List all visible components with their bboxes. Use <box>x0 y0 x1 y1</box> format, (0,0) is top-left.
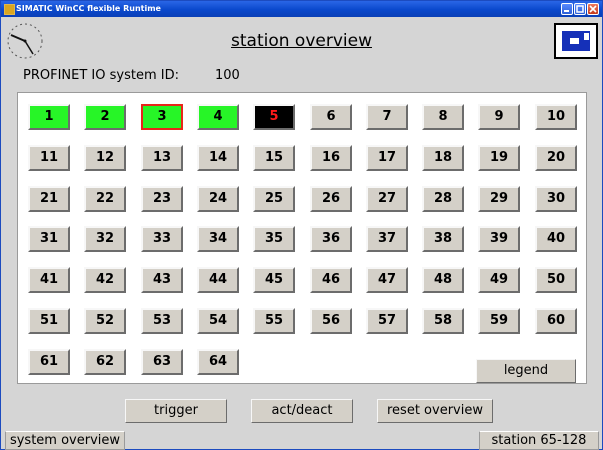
station-button-46[interactable]: 46 <box>310 267 352 293</box>
tab-system-overview[interactable]: system overview <box>5 431 125 450</box>
station-button-15[interactable]: 15 <box>253 145 295 171</box>
station-button-56[interactable]: 56 <box>310 308 352 334</box>
station-button-37[interactable]: 37 <box>366 226 408 252</box>
station-button-23[interactable]: 23 <box>141 186 183 212</box>
title-bar: SIMATIC WinCC flexible Runtime <box>1 1 602 17</box>
station-button-19[interactable]: 19 <box>478 145 520 171</box>
station-button-18[interactable]: 18 <box>422 145 464 171</box>
station-button-22[interactable]: 22 <box>84 186 126 212</box>
station-button-25[interactable]: 25 <box>253 186 295 212</box>
station-button-53[interactable]: 53 <box>141 308 183 334</box>
station-button-7[interactable]: 7 <box>366 104 408 130</box>
tab-station-65-128[interactable]: station 65-128 <box>479 431 599 450</box>
station-button-52[interactable]: 52 <box>84 308 126 334</box>
station-button-14[interactable]: 14 <box>197 145 239 171</box>
station-button-29[interactable]: 29 <box>478 186 520 212</box>
station-button-55[interactable]: 55 <box>253 308 295 334</box>
station-button-5[interactable]: 5 <box>253 104 295 130</box>
station-button-26[interactable]: 26 <box>310 186 352 212</box>
station-grid: 64 63 62 61 60 59 58 57 56 55 54 53 52 51 50 49 48 47 46 45… <box>17 92 587 384</box>
act-deact-button[interactable]: act/deact <box>251 399 353 423</box>
station-button-59[interactable]: 59 <box>478 308 520 334</box>
station-button-47[interactable]: 47 <box>366 267 408 293</box>
station-button-24[interactable]: 24 <box>197 186 239 212</box>
station-button-16[interactable]: 16 <box>310 145 352 171</box>
reset-overview-button[interactable]: reset overview <box>377 399 493 423</box>
station-button-3[interactable]: 3 <box>141 104 183 130</box>
app-window: SIMATIC WinCC flexible Runtime station o… <box>0 0 603 450</box>
station-button-31[interactable]: 31 <box>28 226 70 252</box>
station-button-1[interactable]: 1 <box>28 104 70 130</box>
station-button-62[interactable]: 62 <box>84 349 126 375</box>
station-button-40[interactable]: 40 <box>535 226 577 252</box>
station-button-35[interactable]: 35 <box>253 226 295 252</box>
station-button-9[interactable]: 9 <box>478 104 520 130</box>
legend-button[interactable]: legend <box>476 359 576 383</box>
station-button-11[interactable]: 11 <box>28 145 70 171</box>
station-button-8[interactable]: 8 <box>422 104 464 130</box>
station-button-57[interactable]: 57 <box>366 308 408 334</box>
station-button-4[interactable]: 4 <box>197 104 239 130</box>
station-button-12[interactable]: 12 <box>84 145 126 171</box>
station-button-51[interactable]: 51 <box>28 308 70 334</box>
station-button-6[interactable]: 6 <box>310 104 352 130</box>
station-button-21[interactable]: 21 <box>28 186 70 212</box>
station-button-61[interactable]: 61 <box>28 349 70 375</box>
station-button-13[interactable]: 13 <box>141 145 183 171</box>
page-title: station overview <box>231 31 372 51</box>
maximize-icon[interactable] <box>574 3 586 15</box>
flag-icon[interactable] <box>554 23 598 59</box>
station-button-64[interactable]: 64 <box>197 349 239 375</box>
station-button-49[interactable]: 49 <box>478 267 520 293</box>
station-button-42[interactable]: 42 <box>84 267 126 293</box>
station-button-41[interactable]: 41 <box>28 267 70 293</box>
profinet-id-label: PROFINET IO system ID: <box>23 68 179 83</box>
station-button-63[interactable]: 63 <box>141 349 183 375</box>
station-button-27[interactable]: 27 <box>366 186 408 212</box>
station-button-36[interactable]: 36 <box>310 226 352 252</box>
station-button-60[interactable]: 60 <box>535 308 577 334</box>
station-button-44[interactable]: 44 <box>197 267 239 293</box>
station-button-39[interactable]: 39 <box>478 226 520 252</box>
station-button-30[interactable]: 30 <box>535 186 577 212</box>
station-button-28[interactable]: 28 <box>422 186 464 212</box>
station-button-10[interactable]: 10 <box>535 104 577 130</box>
window-title: SIMATIC WinCC flexible Runtime <box>16 4 161 13</box>
station-button-33[interactable]: 33 <box>141 226 183 252</box>
station-button-2[interactable]: 2 <box>84 104 126 130</box>
station-button-32[interactable]: 32 <box>84 226 126 252</box>
close-icon[interactable] <box>587 3 599 15</box>
station-button-50[interactable]: 50 <box>535 267 577 293</box>
profinet-id-value: 100 <box>215 68 240 83</box>
station-button-54[interactable]: 54 <box>197 308 239 334</box>
station-button-45[interactable]: 45 <box>253 267 295 293</box>
station-button-43[interactable]: 43 <box>141 267 183 293</box>
station-button-58[interactable]: 58 <box>422 308 464 334</box>
station-button-34[interactable]: 34 <box>197 226 239 252</box>
app-icon <box>4 4 15 15</box>
station-button-38[interactable]: 38 <box>422 226 464 252</box>
trigger-button[interactable]: trigger <box>125 399 227 423</box>
minimize-icon[interactable] <box>561 3 573 15</box>
station-button-48[interactable]: 48 <box>422 267 464 293</box>
station-button-17[interactable]: 17 <box>366 145 408 171</box>
station-button-20[interactable]: 20 <box>535 145 577 171</box>
